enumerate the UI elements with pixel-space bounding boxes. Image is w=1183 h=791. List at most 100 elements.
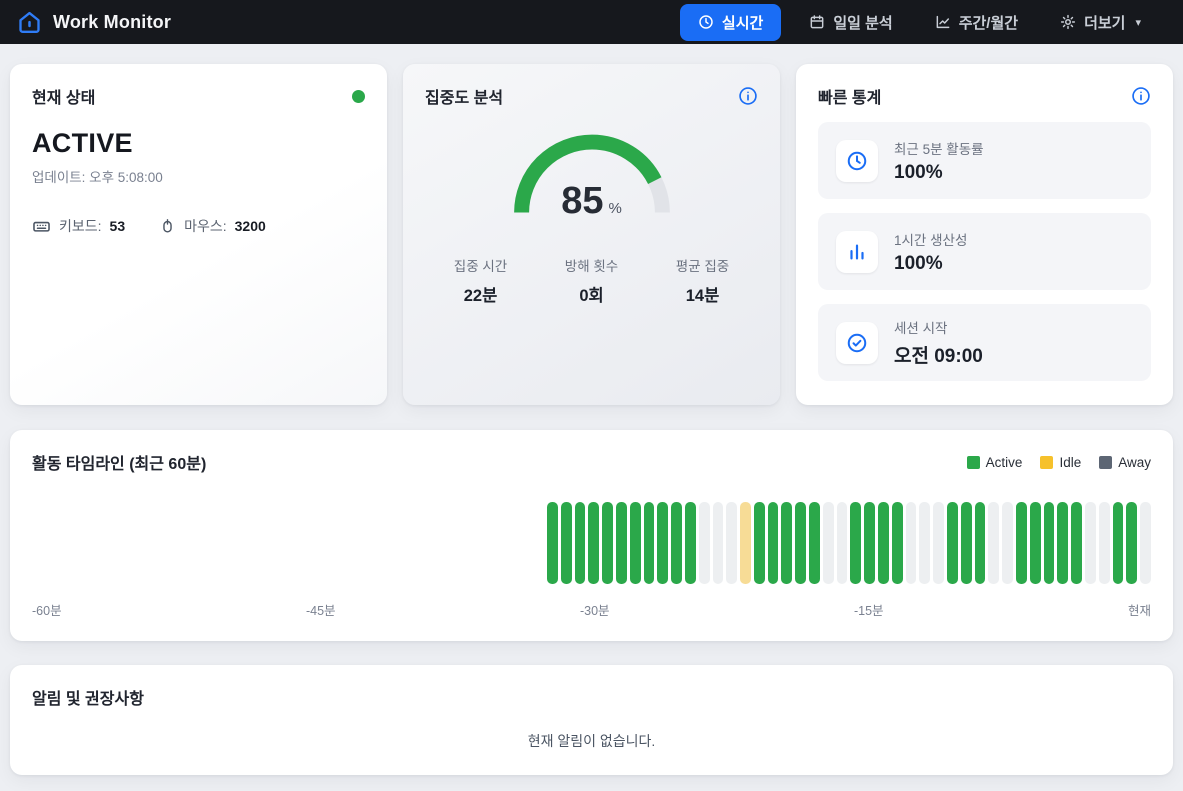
legend-item-idle: Idle	[1040, 455, 1081, 470]
calendar-icon	[809, 14, 825, 30]
nav-tab-label: 주간/월간	[959, 12, 1018, 33]
brand: Work Monitor	[16, 9, 171, 36]
current-status-card: 현재 상태 ACTIVE 업데이트: 오후 5:08:00 키보드: 53	[10, 64, 387, 405]
chevron-down-icon: ▾	[1135, 16, 1141, 29]
nav-tab-daily[interactable]: 일일 분석	[795, 4, 906, 41]
keyboard-icon	[32, 217, 51, 236]
timeline-bar-empty	[1099, 502, 1110, 584]
nav-tab-label: 실시간	[722, 12, 763, 33]
quick-stat-session-start: 세션 시작 오전 09:00	[818, 304, 1151, 381]
timeline-bar-active	[878, 502, 889, 584]
timeline-bar-active	[850, 502, 861, 584]
mouse-counter: 마우스: 3200	[159, 216, 266, 236]
timeline-bar-active	[588, 502, 599, 584]
timeline-bar-active	[1071, 502, 1082, 584]
alerts-title: 알림 및 권장사항	[32, 685, 1151, 709]
info-icon[interactable]	[1131, 86, 1151, 106]
legend-swatch-idle	[1040, 456, 1053, 469]
alerts-empty-message: 현재 알림이 없습니다.	[32, 731, 1151, 751]
timeline-bar-active	[754, 502, 765, 584]
focus-analysis-card: 집중도 분석 85 % 집중 시간	[403, 64, 780, 405]
mouse-icon	[159, 218, 176, 235]
status-updated-text: 업데이트: 오후 5:08:00	[32, 166, 365, 186]
timeline-bar-active	[1030, 502, 1041, 584]
check-circle-icon	[836, 322, 878, 364]
timeline-bar-active	[671, 502, 682, 584]
axis-label: -60분	[32, 600, 62, 619]
timeline-bar-empty	[837, 502, 848, 584]
nav-tab-more[interactable]: 더보기 ▾	[1046, 4, 1155, 41]
app-title: Work Monitor	[53, 12, 171, 33]
timeline-bar-active	[1016, 502, 1027, 584]
timeline-bar-active	[961, 502, 972, 584]
timeline-bar-active	[947, 502, 958, 584]
status-value: ACTIVE	[32, 128, 365, 159]
gauge-value: 85	[561, 180, 603, 223]
status-dot	[352, 90, 365, 103]
timeline-bar-active	[616, 502, 627, 584]
timeline-bar-active	[1113, 502, 1124, 584]
timeline-bar-empty	[1002, 502, 1013, 584]
legend-swatch-away	[1099, 456, 1112, 469]
timeline-bar-active	[685, 502, 696, 584]
axis-label: -45분	[306, 600, 336, 619]
quick-stats-title: 빠른 통계	[818, 84, 881, 108]
gauge-unit: %	[608, 200, 621, 217]
focus-stat-focus-time: 집중 시간 22분	[425, 255, 536, 306]
bar-chart-icon	[836, 231, 878, 273]
timeline-bar-active	[781, 502, 792, 584]
nav-tab-realtime[interactable]: 실시간	[680, 4, 781, 41]
activity-timeline-card: 활동 타임라인 (최근 60분) Active Idle Away -60분 -…	[10, 430, 1173, 641]
timeline-legend: Active Idle Away	[967, 455, 1151, 470]
focus-stat-interruptions: 방해 횟수 0회	[536, 255, 647, 306]
timeline-bar-active	[809, 502, 820, 584]
timeline-bar-active	[1057, 502, 1068, 584]
timeline-bar-empty	[919, 502, 930, 584]
alerts-card: 알림 및 권장사항 현재 알림이 없습니다.	[10, 665, 1173, 775]
focus-stat-average-focus: 평균 집중 14분	[647, 255, 758, 306]
timeline-bar-active	[975, 502, 986, 584]
quick-stat-activity-5min: 최근 5분 활동률 100%	[818, 122, 1151, 199]
gauge-text: 85 %	[504, 180, 680, 223]
mouse-value: 3200	[235, 218, 266, 234]
focus-stats-row: 집중 시간 22분 방해 횟수 0회 평균 집중 14분	[425, 255, 758, 306]
timeline-bar-active	[644, 502, 655, 584]
clock-icon	[836, 140, 878, 182]
io-counters-row: 키보드: 53 마우스: 3200	[32, 216, 365, 236]
mouse-label: 마우스:	[184, 216, 227, 236]
timeline-bar-active	[561, 502, 572, 584]
timeline-bar-active	[657, 502, 668, 584]
timeline-bar-active	[1126, 502, 1137, 584]
line-chart-icon	[935, 14, 951, 30]
keyboard-value: 53	[110, 218, 126, 234]
timeline-bar-empty	[988, 502, 999, 584]
sun-icon	[1060, 14, 1076, 30]
nav-tab-label: 일일 분석	[833, 12, 892, 33]
timeline-bar-active	[795, 502, 806, 584]
timeline-bar-empty	[823, 502, 834, 584]
timeline-bar-empty	[1085, 502, 1096, 584]
timeline-bars	[32, 502, 1151, 584]
timeline-bar-active	[630, 502, 641, 584]
timeline-bar-empty	[713, 502, 724, 584]
timeline-axis: -60분 -45분 -30분 -15분 현재	[32, 600, 1151, 619]
focus-analysis-title: 집중도 분석	[425, 84, 503, 108]
legend-item-away: Away	[1099, 455, 1151, 470]
current-status-title: 현재 상태	[32, 84, 95, 108]
timeline-bar-active	[547, 502, 558, 584]
home-lock-logo-icon	[16, 9, 43, 36]
focus-gauge: 85 %	[504, 124, 680, 225]
timeline-bar-empty	[906, 502, 917, 584]
keyboard-label: 키보드:	[59, 216, 102, 236]
legend-item-active: Active	[967, 455, 1023, 470]
timeline-bar-active	[864, 502, 875, 584]
timeline-bar-active	[892, 502, 903, 584]
keyboard-counter: 키보드: 53	[32, 216, 125, 236]
timeline-bar-empty	[933, 502, 944, 584]
quick-stat-productivity-1h: 1시간 생산성 100%	[818, 213, 1151, 290]
axis-label: 현재	[1128, 600, 1151, 619]
timeline-title: 활동 타임라인 (최근 60분)	[32, 450, 206, 474]
info-icon[interactable]	[738, 86, 758, 106]
nav-tab-weekly-monthly[interactable]: 주간/월간	[921, 4, 1032, 41]
summary-cards-row: 현재 상태 ACTIVE 업데이트: 오후 5:08:00 키보드: 53	[10, 64, 1173, 405]
